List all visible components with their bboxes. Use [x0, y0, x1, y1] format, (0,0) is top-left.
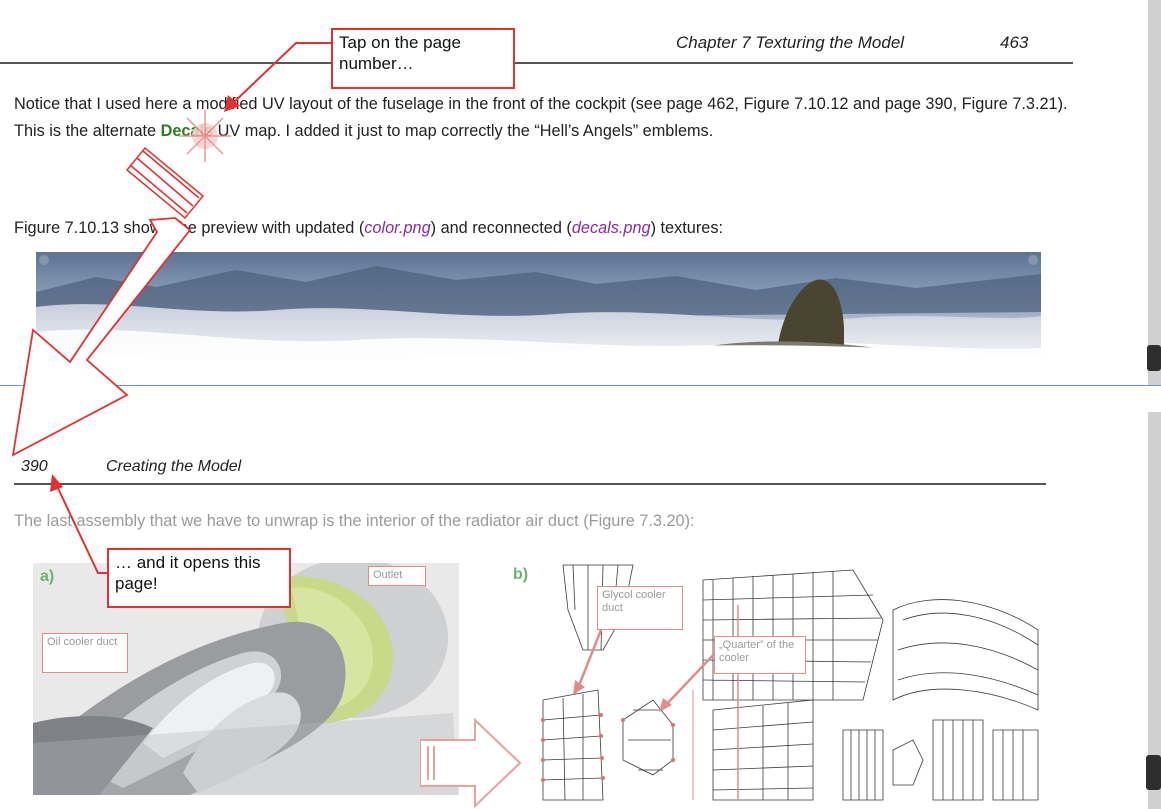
- annotation-overlay: [11, 42, 331, 574]
- callout-opens-page: … and it opens this page!: [107, 548, 291, 608]
- callout-tap-page-number: Tap on the page number…: [331, 28, 515, 89]
- tap-burst-icon: [179, 110, 231, 162]
